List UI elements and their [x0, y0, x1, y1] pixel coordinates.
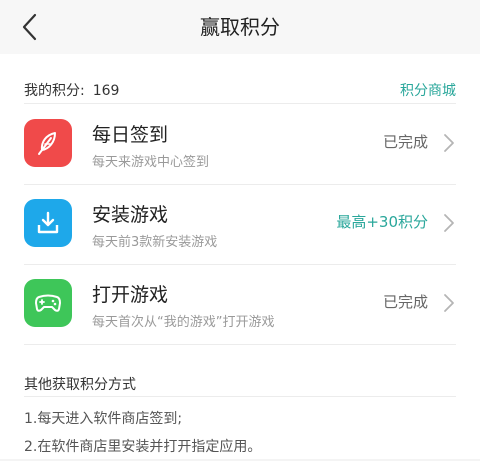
points-summary: 我的积分: 169 积分商城	[24, 73, 456, 104]
task-daily-checkin[interactable]: 每日签到 每天来游戏中心签到 已完成	[24, 104, 456, 185]
chevron-right-icon	[444, 214, 454, 232]
download-icon	[24, 199, 72, 247]
chevron-right-icon	[444, 294, 454, 312]
other-methods-title: 其他获取积分方式	[24, 377, 136, 393]
top-bar: 赢取积分	[0, 0, 480, 55]
task-install-games[interactable]: 安装游戏 每天前3款新安装游戏 最高+30积分	[24, 184, 456, 265]
task-title: 每日签到	[92, 124, 169, 146]
points-label: 我的积分: 169	[24, 83, 120, 99]
feather-icon	[24, 119, 72, 167]
chevron-right-icon	[444, 134, 454, 152]
page-title: 赢取积分	[200, 15, 280, 39]
task-subtitle: 每天首次从“我的游戏”打开游戏	[92, 315, 275, 330]
task-status: 最高+30积分	[336, 213, 428, 231]
task-subtitle: 每天来游戏中心签到	[92, 155, 210, 170]
list-item: 2.在软件商店里安装并打开指定应用。	[24, 439, 262, 455]
chevron-left-icon	[22, 13, 37, 41]
divider	[24, 396, 456, 397]
list-item: 1.每天进入软件商店签到;	[24, 411, 183, 427]
task-status: 已完成	[382, 293, 428, 311]
points-panel: 我的积分: 169 积分商城 每日签到 每天来游戏中心签到 已完成 安装游戏 每…	[0, 54, 480, 459]
gamepad-icon	[24, 279, 72, 327]
task-open-game[interactable]: 打开游戏 每天首次从“我的游戏”打开游戏 已完成	[24, 264, 456, 345]
task-status: 已完成	[382, 133, 428, 151]
other-methods-list: 1.每天进入软件商店签到; 2.在软件商店里安装并打开指定应用。	[24, 405, 261, 461]
points-value: 169	[92, 83, 120, 99]
task-title: 打开游戏	[92, 284, 169, 306]
task-subtitle: 每天前3款新安装游戏	[92, 235, 218, 250]
back-button[interactable]	[14, 10, 48, 44]
task-title: 安装游戏	[92, 204, 169, 226]
points-store-link[interactable]: 积分商城	[400, 80, 456, 100]
